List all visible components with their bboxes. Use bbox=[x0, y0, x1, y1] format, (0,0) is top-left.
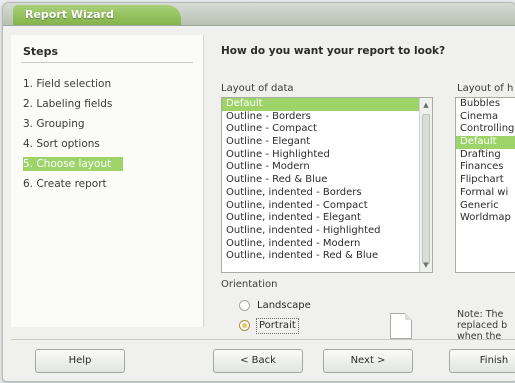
layout-of-headers-item[interactable]: Flipchart bbox=[456, 174, 515, 187]
layout-of-headers-items: Bubbles Cinema Controlling Default Drafting F… bbox=[456, 98, 515, 225]
layout-of-data-items: Default Outline - Borders Outline - Compac… bbox=[222, 98, 432, 263]
next-button[interactable]: Next > bbox=[323, 349, 413, 373]
layout-of-data-item[interactable]: Outline - Compact bbox=[222, 123, 432, 136]
layout-of-data-item[interactable]: Outline - Highlighted bbox=[222, 149, 432, 162]
finish-button-label: Finish bbox=[479, 355, 509, 366]
button-separator bbox=[11, 339, 515, 340]
step-grouping[interactable]: 3. Grouping bbox=[23, 117, 123, 131]
layout-note: Note: The replaced b when the bbox=[457, 309, 515, 342]
layout-of-headers-item[interactable]: Controlling bbox=[456, 123, 515, 136]
layout-of-data-item[interactable]: Outline - Elegant bbox=[222, 136, 432, 149]
finish-button[interactable]: Finish bbox=[449, 349, 515, 373]
report-wizard-window: Report Wizard Steps 1. Field selection 2… bbox=[2, 2, 515, 382]
note-line: replaced b bbox=[457, 320, 508, 331]
layout-of-data-item[interactable]: Outline, indented - Compact bbox=[222, 200, 432, 213]
layout-of-data-item[interactable]: Outline, indented - Elegant bbox=[222, 212, 432, 225]
layout-of-data-item[interactable]: Default bbox=[222, 98, 432, 111]
steps-divider bbox=[21, 62, 193, 63]
layout-of-data-item[interactable]: Outline, indented - Borders bbox=[222, 187, 432, 200]
step-field-selection[interactable]: 1. Field selection bbox=[23, 77, 123, 91]
layout-of-data-label: Layout of data bbox=[221, 83, 294, 94]
layout-of-data-item[interactable]: Outline - Borders bbox=[222, 111, 432, 124]
note-line: when the bbox=[457, 331, 502, 342]
layout-list-scrollbar[interactable]: ▲ ▼ bbox=[419, 98, 432, 272]
layout-of-data-list[interactable]: Default Outline - Borders Outline - Compac… bbox=[221, 97, 433, 273]
layout-of-headers-item[interactable]: Bubbles bbox=[456, 98, 515, 111]
help-button-label: Help bbox=[68, 355, 92, 366]
step-create-report[interactable]: 6. Create report bbox=[23, 177, 123, 191]
layout-of-headers-list[interactable]: Bubbles Cinema Controlling Default Drafting F… bbox=[455, 97, 515, 273]
orientation-label: Orientation bbox=[221, 279, 278, 290]
layout-of-headers-item[interactable]: Finances bbox=[456, 161, 515, 174]
landscape-radio[interactable] bbox=[239, 300, 250, 311]
step-choose-layout[interactable]: 5. Choose layout bbox=[23, 157, 123, 171]
steps-title: Steps bbox=[23, 45, 59, 58]
portrait-radio[interactable] bbox=[239, 320, 250, 331]
layout-question: How do you want your report to look? bbox=[221, 45, 446, 57]
layout-of-headers-item[interactable]: Cinema bbox=[456, 111, 515, 124]
layout-of-data-item[interactable]: Outline - Red & Blue bbox=[222, 174, 432, 187]
back-button[interactable]: < Back bbox=[213, 349, 303, 373]
portrait-label: Portrait bbox=[256, 318, 299, 334]
layout-of-headers-item[interactable]: Worldmap bbox=[456, 212, 515, 225]
landscape-label: Landscape bbox=[257, 300, 311, 311]
scroll-thumb[interactable] bbox=[422, 114, 430, 264]
layout-of-headers-item[interactable]: Drafting bbox=[456, 149, 515, 162]
layout-of-headers-item[interactable]: Generic bbox=[456, 200, 515, 213]
layout-of-data-item[interactable]: Outline, indented - Highlighted bbox=[222, 225, 432, 238]
next-button-label: Next > bbox=[350, 355, 386, 366]
layout-of-headers-label: Layout of h bbox=[457, 83, 514, 94]
window-title: Report Wizard bbox=[13, 5, 181, 25]
title-bar[interactable]: Report Wizard bbox=[3, 3, 515, 26]
back-button-label: < Back bbox=[240, 355, 276, 366]
layout-of-data-item[interactable]: Outline, indented - Modern bbox=[222, 238, 432, 251]
layout-of-data-item[interactable]: Outline - Modern bbox=[222, 161, 432, 174]
scroll-down-icon[interactable]: ▼ bbox=[420, 259, 432, 271]
step-labeling-fields[interactable]: 2. Labeling fields bbox=[23, 97, 123, 111]
help-button[interactable]: Help bbox=[35, 349, 125, 373]
layout-of-data-item[interactable]: Outline, indented - Red & Blue bbox=[222, 250, 432, 263]
scroll-up-icon[interactable]: ▲ bbox=[420, 99, 432, 111]
layout-of-headers-item[interactable]: Default bbox=[456, 136, 515, 149]
layout-of-headers-item[interactable]: Formal wi bbox=[456, 187, 515, 200]
portrait-page-icon bbox=[390, 313, 412, 339]
step-sort-options[interactable]: 4. Sort options bbox=[23, 137, 123, 151]
note-line: Note: The bbox=[457, 309, 504, 320]
steps-panel: Steps 1. Field selection 2. Labeling fie… bbox=[11, 35, 204, 327]
